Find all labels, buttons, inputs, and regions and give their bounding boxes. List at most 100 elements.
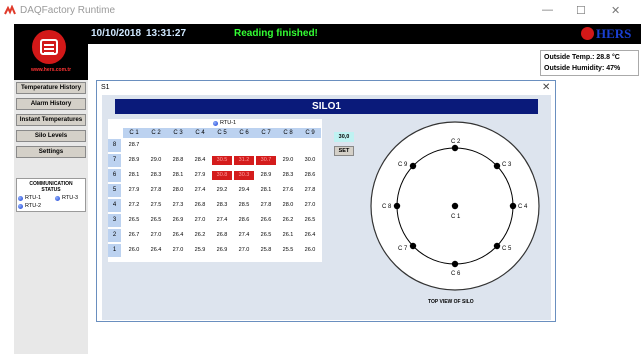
temperature-cell: 28.3 (216, 202, 228, 208)
column-header: C 2 (145, 128, 167, 138)
temperature-cell: 28.5 (238, 202, 250, 208)
settings-button[interactable]: Settings (16, 146, 86, 158)
instant-temperatures-button[interactable]: Instant Temperatures (16, 114, 86, 126)
outside-temperature: Outside Temp.: 28.8 °C (544, 54, 620, 61)
grid-rtu-label: RTU-1 (213, 120, 236, 126)
rtu-2-status: RTU-2 (18, 203, 41, 209)
cable-label: C 3 (502, 162, 512, 168)
current-date: 10/10/2018 (91, 28, 142, 39)
alarm-history-button[interactable]: Alarm History (16, 98, 86, 110)
column-header: C 1 (123, 128, 145, 138)
cable-label: C 1 (451, 214, 461, 220)
temperature-cell: 27.8 (304, 187, 316, 193)
column-header: C 3 (167, 128, 189, 138)
cable-label: C 6 (451, 271, 461, 277)
status-led-icon (55, 195, 60, 201)
silo-name-banner: SILO1 (115, 99, 538, 114)
temperature-cell: 26.0 (128, 247, 140, 253)
status-led-icon (18, 203, 23, 209)
cable-sensor-dot (493, 242, 501, 250)
temperature-cell: 28.7 (128, 142, 140, 148)
temperature-cell: 27.4 (216, 217, 228, 223)
row-header: 3 (108, 214, 121, 227)
cable-sensor-dot (409, 162, 417, 170)
temperature-cell: 28.9 (260, 172, 272, 178)
temperature-cell: 27.0 (304, 202, 316, 208)
cable-label: C 2 (451, 139, 461, 145)
row-header: 5 (108, 184, 121, 197)
temperature-cell: 28.6 (238, 217, 250, 223)
cable-sensor-dot (509, 202, 517, 210)
temperature-cell-alarm: 31.2 (234, 156, 254, 165)
column-header: C 4 (189, 128, 211, 138)
temperature-cell: 28.3 (282, 172, 294, 178)
sidebar: www.hers.com.tr Temperature History Alar… (14, 24, 88, 354)
column-header: C 6 (233, 128, 255, 138)
row-header: 8 (108, 139, 121, 152)
cable-label: C 5 (502, 246, 512, 252)
temperature-cell: 26.9 (172, 217, 184, 223)
dialog-close-button[interactable]: ✕ (542, 82, 550, 93)
temperature-cell: 26.5 (150, 217, 162, 223)
temperature-cell: 27.4 (194, 187, 206, 193)
status-bar: 10/10/2018 13:31:27 Reading finished! HE… (88, 24, 641, 44)
maximize-button[interactable]: ☐ (576, 4, 586, 17)
temperature-cell: 27.8 (260, 202, 272, 208)
temperature-cell: 27.2 (128, 202, 140, 208)
rtu-1-status: RTU-1 (18, 195, 41, 201)
temperature-cell: 28.8 (172, 157, 184, 163)
close-window-button[interactable]: ✕ (611, 4, 620, 17)
cable-label: C 4 (518, 204, 528, 210)
column-header: C 5 (211, 128, 233, 138)
brand-logo-icon (581, 27, 594, 40)
cable-sensor-dot (451, 260, 459, 268)
cable-label: C 9 (398, 162, 408, 168)
logo-url: www.hers.com.tr (30, 67, 72, 73)
status-led-icon (18, 195, 23, 201)
reading-status: Reading finished! (234, 28, 318, 39)
dialog-body: SILO1 RTU-1 C 1C 2C 3C 4C 5C 6C 7C 8C 98… (102, 95, 551, 320)
row-header: 6 (108, 169, 121, 182)
cable-sensor-dot (393, 202, 401, 210)
temperature-cell: 27.9 (194, 172, 206, 178)
silo-levels-button[interactable]: Silo Levels (16, 130, 86, 142)
temperature-cell: 26.2 (194, 232, 206, 238)
temperature-cell: 27.5 (150, 202, 162, 208)
column-header: C 8 (277, 128, 299, 138)
temperature-cell: 26.6 (260, 217, 272, 223)
temperature-cell: 27.9 (128, 187, 140, 193)
column-header: C 9 (299, 128, 321, 138)
temperature-cell: 27.0 (194, 217, 206, 223)
temperature-cell: 26.5 (128, 217, 140, 223)
dialog-title: S1 (101, 84, 110, 91)
temperature-cell: 27.0 (150, 232, 162, 238)
temperature-cell: 28.1 (260, 187, 272, 193)
setpoint-value[interactable]: 30,0 (334, 132, 354, 142)
temperature-history-button[interactable]: Temperature History (16, 82, 86, 94)
temperature-cell: 26.8 (194, 202, 206, 208)
temperature-cell: 27.3 (172, 202, 184, 208)
temperature-cell: 26.0 (304, 247, 316, 253)
cable-sensor-dot (451, 202, 459, 210)
temperature-cell: 28.3 (150, 172, 162, 178)
temperature-cell: 28.6 (304, 172, 316, 178)
rtu-3-status: RTU-3 (55, 195, 78, 201)
temperature-cell: 28.1 (172, 172, 184, 178)
status-led-icon (213, 120, 218, 126)
communication-status-panel: COMMUNICATION STATUS RTU-1 RTU-3 RTU-2 (16, 178, 86, 212)
set-button[interactable]: SET (334, 146, 354, 156)
row-header: 1 (108, 244, 121, 257)
company-logo: www.hers.com.tr (14, 24, 88, 80)
row-header: 2 (108, 229, 121, 242)
temperature-grid: RTU-1 C 1C 2C 3C 4C 5C 6C 7C 8C 9 8 28.7 7 2… (108, 119, 322, 262)
minimize-button[interactable]: — (542, 4, 553, 16)
outside-conditions: Outside Temp.: 28.8 °C Outside Humidity:… (540, 50, 639, 76)
temperature-cell: 27.0 (172, 247, 184, 253)
row-header: 7 (108, 154, 121, 167)
temperature-cell: 28.1 (128, 172, 140, 178)
temperature-cell: 26.5 (260, 232, 272, 238)
app-logo-icon (4, 5, 16, 15)
cable-sensor-dot (451, 144, 459, 152)
temperature-cell-alarm: 30.8 (212, 171, 232, 180)
temperature-cell: 28.4 (194, 157, 206, 163)
